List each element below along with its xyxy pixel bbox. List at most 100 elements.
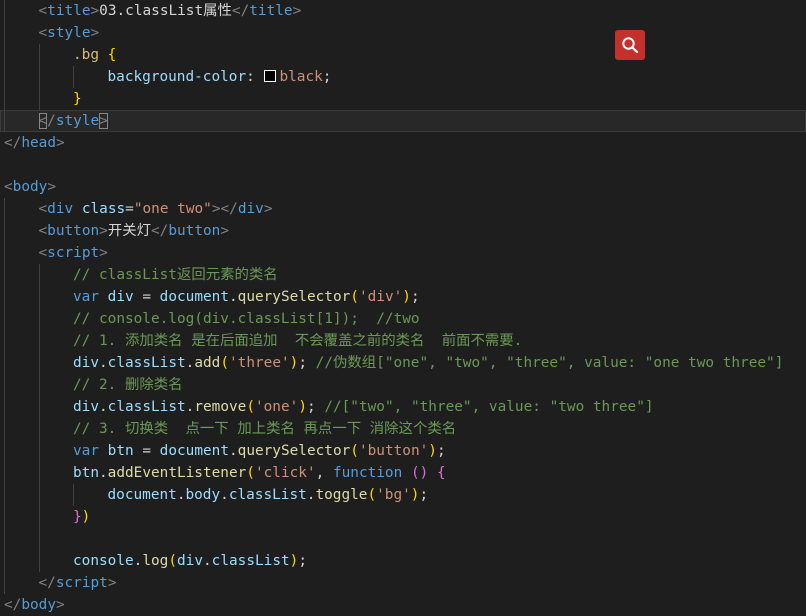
code-text: // 2. 删除类名 [73,374,183,396]
code-token: : [246,69,264,85]
code-token: background-color [107,69,247,85]
indent-guide [38,352,40,374]
code-text: var btn = document.querySelector('button… [73,440,446,462]
code-line[interactable]: btn.addEventListener('click', function (… [0,462,806,484]
code-line[interactable]: console.log(div.classList); [0,550,806,572]
code-line[interactable]: </body> [0,594,806,616]
code-line[interactable]: </head> [0,132,806,154]
color-swatch[interactable] [264,70,277,82]
code-token: > [99,113,108,129]
indent-guide [4,440,5,462]
code-token: > [90,3,100,19]
code-line[interactable]: div.classList.remove('one'); //["two", "… [0,396,806,418]
code-token: > [263,201,273,217]
code-token: < [38,3,48,19]
code-token: ; [419,487,429,503]
code-line[interactable]: .bg { [0,44,806,66]
code-editor[interactable]: <title>03.classList属性</title> <style> .bg … [0,0,806,615]
code-line[interactable]: var btn = document.querySelector('button… [0,440,806,462]
code-token: . [99,355,108,371]
code-line[interactable]: var div = document.querySelector('div'); [0,286,806,308]
code-line[interactable]: document.body.classList.toggle('bg'); [0,484,806,506]
code-line[interactable]: // 1. 添加类名 是在后面追加 不会覆盖之前的类名 前面不需要. [0,330,806,352]
code-token: 'div' [358,289,403,305]
code-line[interactable]: }) [0,506,806,528]
code-line[interactable] [0,528,806,550]
code-text: </style> [38,110,108,132]
code-token: //伪数组["one", "two", "three", value: "one… [315,355,784,371]
indent-guide [4,484,5,506]
indent-guide [38,484,40,506]
code-token: . [203,553,212,569]
code-text: // 3. 切换类 点一下 加上类名 再点一下 消除这个类名 [73,418,456,440]
indent-guide [4,506,5,528]
code-text: // 1. 添加类名 是在后面追加 不会覆盖之前的类名 前面不需要. [73,330,522,352]
code-token: </ [38,575,56,591]
code-token: body [21,597,56,613]
code-token: body [12,179,48,195]
code-token: head [21,135,56,151]
code-line[interactable]: <button>开关灯</button> [0,220,806,242]
code-token: 'bg' [376,487,411,503]
code-token: style [47,25,91,41]
code-line[interactable]: <div class="one two"></div> [0,198,806,220]
code-line[interactable]: // 3. 切换类 点一下 加上类名 再点一下 消除这个类名 [0,418,806,440]
code-token: { [107,47,117,63]
code-token: button [47,223,100,239]
code-token: > [107,575,117,591]
code-line[interactable]: <body> [0,176,806,198]
search-button[interactable] [615,30,645,60]
code-token: </ [151,223,169,239]
code-line[interactable]: background-color: black; [0,66,806,88]
code-token: . [228,443,238,459]
code-token: 开关灯 [107,223,152,239]
code-text: <title>03.classList属性</title> [39,0,302,22]
code-line[interactable]: } [0,88,806,110]
code-text: }) [73,506,90,528]
code-line[interactable]: // 2. 删除类名 [0,374,806,396]
indent-guide [4,110,5,132]
code-token: ; [298,355,316,371]
code-token: ></ [211,201,238,217]
indent-guide [4,528,5,550]
code-token: div [237,201,264,217]
code-token: > [99,223,108,239]
code-token: } [73,91,82,107]
indent-guide [38,44,40,66]
code-token: toggle [315,487,368,503]
code-token: / [47,113,56,129]
code-token: div [73,355,99,371]
code-line[interactable]: </script> [0,572,806,594]
search-icon [622,37,639,54]
code-line[interactable]: // classList返回元素的类名 [0,264,806,286]
indent-guide [38,528,40,550]
code-line[interactable] [0,154,806,176]
code-text: <div class="one two"></div> [39,198,273,220]
code-token: = [133,289,160,305]
code-line[interactable]: </style> [0,110,806,132]
code-token: > [220,223,229,239]
code-token: document [159,443,229,459]
code-text: } [73,88,82,110]
code-token: ) [298,399,307,415]
code-token: div [73,399,99,415]
indent-guide [4,44,5,66]
code-line[interactable]: <style> [0,22,806,44]
indent-guide [4,352,5,374]
code-token: ( [350,289,359,305]
code-text: console.log(div.classList); [73,550,307,572]
code-text: </head> [4,132,65,154]
code-line[interactable]: <script> [0,242,806,264]
code-token: ( [168,553,177,569]
code-line[interactable]: div.classList.add('three'); //伪数组["one",… [0,352,806,374]
code-token: div [47,201,74,217]
code-token: , [315,465,333,481]
code-token: > [55,597,65,613]
code-line[interactable]: // console.log(div.classList[1]); //two [0,308,806,330]
code-token: title [249,3,293,19]
code-line[interactable]: <title>03.classList属性</title> [0,0,806,22]
indent-guide [38,330,40,352]
